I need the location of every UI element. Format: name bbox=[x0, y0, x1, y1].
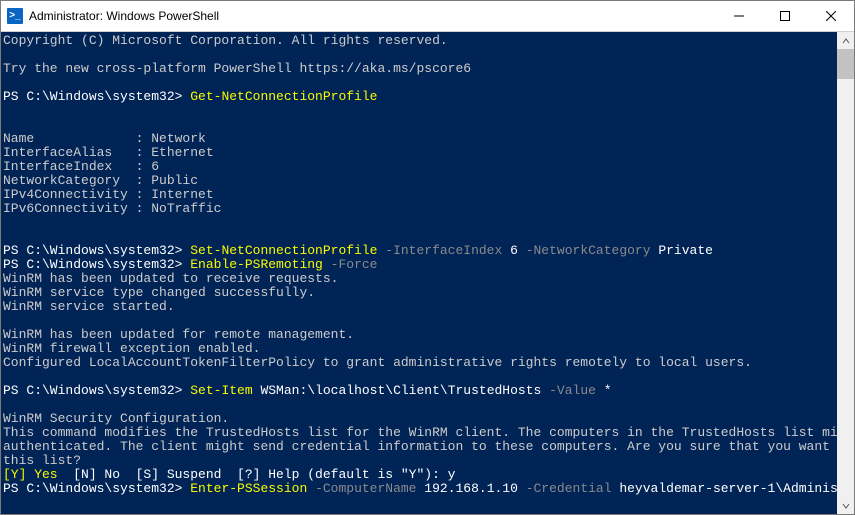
close-button[interactable] bbox=[808, 1, 854, 31]
output-line: InterfaceAlias : Ethernet bbox=[3, 145, 214, 160]
argument: heyvaldemar-server-1\Administrator bbox=[612, 481, 837, 496]
argument: WSMan:\localhost\Client\TrustedHosts bbox=[253, 383, 542, 398]
parameter: -Credential bbox=[518, 481, 612, 496]
command: Set-NetConnectionProfile bbox=[190, 243, 377, 258]
argument: 6 bbox=[502, 243, 518, 258]
output-line: WinRM has been updated for remote manage… bbox=[3, 327, 354, 342]
output-line: WinRM firewall exception enabled. bbox=[3, 341, 260, 356]
powershell-icon: >_ bbox=[7, 8, 23, 24]
output-line: Try the new cross-platform PowerShell ht… bbox=[3, 61, 471, 76]
confirm-yes: [Y] Yes bbox=[3, 467, 58, 482]
powershell-icon-glyph: >_ bbox=[9, 11, 20, 21]
argument: * bbox=[596, 383, 612, 398]
output-line: NetworkCategory : Public bbox=[3, 173, 198, 188]
command: Enable-PSRemoting bbox=[190, 257, 323, 272]
output-line: WinRM service started. bbox=[3, 299, 175, 314]
scroll-down-button[interactable] bbox=[837, 497, 854, 514]
parameter: -Force bbox=[323, 257, 378, 272]
command: Enter-PSSession bbox=[190, 481, 307, 496]
output-line: IPv6Connectivity : NoTraffic bbox=[3, 201, 221, 216]
minimize-icon bbox=[734, 11, 744, 21]
minimize-button[interactable] bbox=[716, 1, 762, 31]
output-line: InterfaceIndex : 6 bbox=[3, 159, 159, 174]
chevron-down-icon bbox=[842, 502, 850, 510]
powershell-window: >_ Administrator: Windows PowerShell Cop… bbox=[0, 0, 855, 515]
console-output[interactable]: Copyright (C) Microsoft Corporation. All… bbox=[1, 32, 837, 514]
prompt: PS C:\Windows\system32> bbox=[3, 383, 190, 398]
command: Get-NetConnectionProfile bbox=[190, 89, 377, 104]
prompt: PS C:\Windows\system32> bbox=[3, 89, 190, 104]
window-title: Administrator: Windows PowerShell bbox=[29, 9, 219, 23]
prompt: PS C:\Windows\system32> bbox=[3, 481, 190, 496]
parameter: -NetworkCategory bbox=[518, 243, 651, 258]
output-line: This command modifies the TrustedHosts l… bbox=[3, 425, 837, 440]
output-line: Configured LocalAccountTokenFilterPolicy… bbox=[3, 355, 752, 370]
titlebar[interactable]: >_ Administrator: Windows PowerShell bbox=[1, 1, 854, 32]
output-line: Name : Network bbox=[3, 131, 206, 146]
confirm-rest: [N] No [S] Suspend [?] Help (default is … bbox=[58, 467, 456, 482]
parameter: -ComputerName bbox=[307, 481, 416, 496]
maximize-button[interactable] bbox=[762, 1, 808, 31]
chevron-up-icon bbox=[842, 37, 850, 45]
output-line: WinRM has been updated to receive reques… bbox=[3, 271, 338, 286]
output-line: WinRM service type changed successfully. bbox=[3, 285, 315, 300]
output-line: authenticated. The client might send cre… bbox=[3, 439, 837, 454]
output-line: Copyright (C) Microsoft Corporation. All… bbox=[3, 33, 448, 48]
output-line: IPv4Connectivity : Internet bbox=[3, 187, 214, 202]
vertical-scrollbar[interactable] bbox=[837, 32, 854, 514]
argument: Private bbox=[651, 243, 713, 258]
output-line: this list? bbox=[3, 453, 81, 468]
command: Set-Item bbox=[190, 383, 252, 398]
output-line: WinRM Security Configuration. bbox=[3, 411, 229, 426]
parameter: -InterfaceIndex bbox=[377, 243, 502, 258]
maximize-icon bbox=[780, 11, 790, 21]
parameter: -Value bbox=[541, 383, 596, 398]
prompt: PS C:\Windows\system32> bbox=[3, 257, 190, 272]
prompt: PS C:\Windows\system32> bbox=[3, 243, 190, 258]
argument: 192.168.1.10 bbox=[416, 481, 517, 496]
client-area: Copyright (C) Microsoft Corporation. All… bbox=[1, 32, 854, 514]
close-icon bbox=[826, 11, 836, 21]
scroll-up-button[interactable] bbox=[837, 32, 854, 49]
scroll-thumb[interactable] bbox=[837, 49, 854, 79]
